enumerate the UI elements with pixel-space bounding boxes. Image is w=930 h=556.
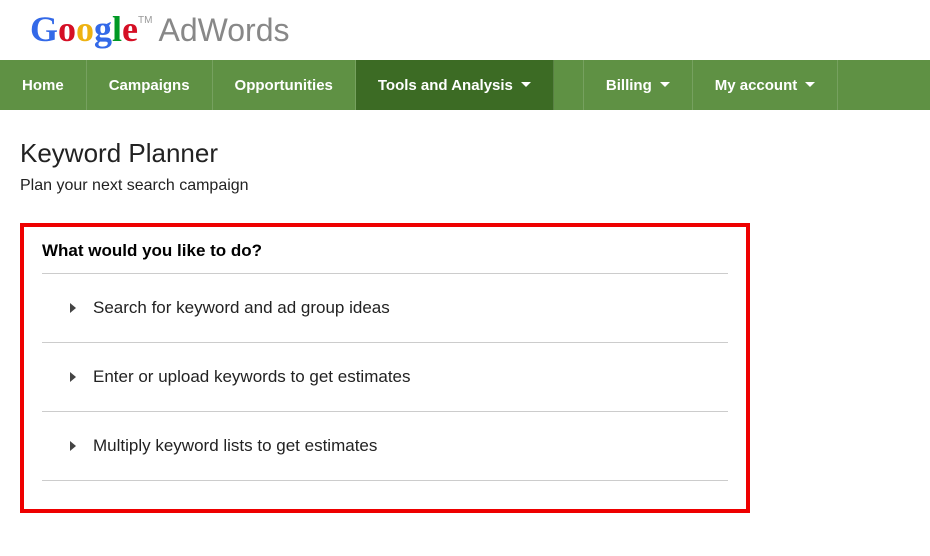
option-label: Enter or upload keywords to get estimate… bbox=[93, 367, 411, 387]
nav-item-billing[interactable]: Billing bbox=[584, 60, 693, 110]
option-search-keywords[interactable]: Search for keyword and ad group ideas bbox=[42, 274, 728, 343]
caret-right-icon bbox=[70, 303, 77, 313]
navbar: Home Campaigns Opportunities Tools and A… bbox=[0, 60, 930, 110]
chevron-down-icon bbox=[521, 82, 531, 88]
page-subtitle: Plan your next search campaign bbox=[20, 177, 910, 195]
prompt-question: What would you like to do? bbox=[42, 241, 728, 274]
content: Keyword Planner Plan your next search ca… bbox=[0, 110, 930, 533]
page-title: Keyword Planner bbox=[20, 138, 910, 169]
google-logo: Google bbox=[30, 8, 138, 50]
nav-label: Home bbox=[22, 77, 64, 94]
nav-item-tools-analysis[interactable]: Tools and Analysis bbox=[356, 60, 554, 110]
option-label: Search for keyword and ad group ideas bbox=[93, 298, 390, 318]
highlighted-panel: What would you like to do? Search for ke… bbox=[20, 223, 750, 513]
chevron-down-icon bbox=[660, 82, 670, 88]
nav-item-home[interactable]: Home bbox=[0, 60, 87, 110]
nav-label: Campaigns bbox=[109, 77, 190, 94]
nav-label: Tools and Analysis bbox=[378, 77, 513, 94]
option-multiply-lists[interactable]: Multiply keyword lists to get estimates bbox=[42, 412, 728, 481]
logo: Google TM AdWords bbox=[30, 8, 900, 50]
nav-spacer bbox=[554, 60, 584, 110]
option-enter-upload[interactable]: Enter or upload keywords to get estimate… bbox=[42, 343, 728, 412]
nav-label: My account bbox=[715, 77, 798, 94]
chevron-down-icon bbox=[805, 82, 815, 88]
trademark: TM bbox=[138, 15, 152, 26]
nav-label: Billing bbox=[606, 77, 652, 94]
nav-item-my-account[interactable]: My account bbox=[693, 60, 839, 110]
header: Google TM AdWords bbox=[0, 0, 930, 60]
option-label: Multiply keyword lists to get estimates bbox=[93, 436, 377, 456]
nav-item-campaigns[interactable]: Campaigns bbox=[87, 60, 213, 110]
caret-right-icon bbox=[70, 372, 77, 382]
caret-right-icon bbox=[70, 441, 77, 451]
nav-item-opportunities[interactable]: Opportunities bbox=[213, 60, 356, 110]
nav-label: Opportunities bbox=[235, 77, 333, 94]
product-name: AdWords bbox=[158, 12, 289, 49]
